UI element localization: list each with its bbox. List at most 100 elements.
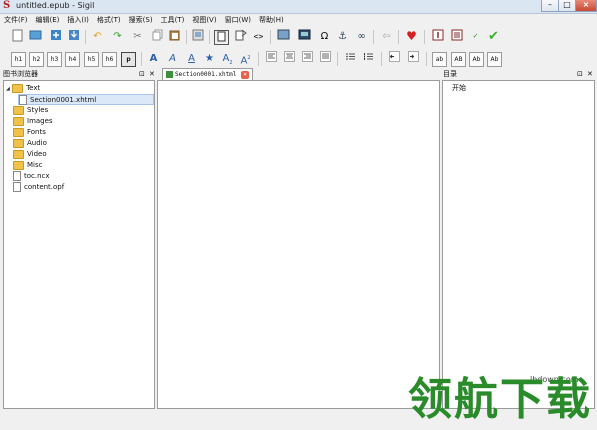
insert-image-icon[interactable] bbox=[276, 29, 291, 44]
tree-folder-video[interactable]: Video bbox=[13, 149, 47, 160]
tree-folder-audio[interactable]: Audio bbox=[13, 138, 47, 149]
book-view-icon[interactable] bbox=[214, 30, 229, 45]
tree-folder-fonts[interactable]: Fonts bbox=[13, 127, 46, 138]
save-icon[interactable] bbox=[66, 29, 81, 44]
toc-panel: 开始 bbox=[442, 80, 595, 409]
superscript-icon[interactable]: A2 bbox=[238, 51, 253, 66]
book-browser-panel: ◢ Text Section0001.xhtml Styles Images F… bbox=[3, 80, 155, 409]
insert-file-icon[interactable] bbox=[297, 29, 312, 44]
toc-header: 目录 ⊡ ✕ bbox=[443, 69, 595, 80]
align-right-icon[interactable] bbox=[300, 51, 315, 66]
heading-3-button[interactable]: h3 bbox=[47, 52, 62, 67]
open-folder-icon[interactable] bbox=[28, 29, 43, 44]
menu-search[interactable]: 搜索(S) bbox=[125, 14, 157, 26]
menu-insert[interactable]: 插入(I) bbox=[63, 14, 93, 26]
file-icon bbox=[13, 171, 21, 181]
special-character-icon[interactable]: Ω bbox=[317, 29, 332, 44]
main-toolbar: ↶ ↷ ✂ <> Ω ⚓ ∞ ⇦ ♥ ✓ ✔ bbox=[0, 26, 597, 48]
book-browser-header: 图书浏览器 ⊡ ✕ bbox=[3, 69, 156, 80]
watermark-text: 领航下载 bbox=[408, 374, 592, 425]
spellcheck-icon[interactable]: ✓ bbox=[468, 29, 483, 44]
heading-6-button[interactable]: h6 bbox=[102, 52, 117, 67]
add-file-icon[interactable] bbox=[48, 29, 63, 44]
anchor-icon[interactable]: ⚓ bbox=[335, 29, 350, 44]
tree-file-content-opf[interactable]: content.opf bbox=[13, 182, 64, 193]
split-view-icon[interactable] bbox=[233, 29, 248, 44]
minimize-button[interactable]: – bbox=[541, 0, 559, 12]
close-panel-icon[interactable]: ✕ bbox=[149, 69, 155, 80]
redo-icon[interactable]: ↷ bbox=[110, 29, 125, 44]
tree-folder-styles[interactable]: Styles bbox=[13, 105, 48, 116]
window-title: untitled.epub - Sigil bbox=[16, 1, 95, 10]
numbered-list-icon[interactable] bbox=[361, 51, 376, 66]
preview-icon[interactable] bbox=[190, 29, 205, 44]
italic-icon[interactable]: A bbox=[165, 51, 180, 66]
toc-entry[interactable]: 开始 bbox=[452, 83, 466, 94]
tree-folder-text[interactable]: ◢ Text bbox=[6, 83, 40, 94]
underline-icon[interactable]: A bbox=[184, 51, 199, 66]
donate-heart-icon[interactable]: ♥ bbox=[404, 29, 419, 44]
cut-icon[interactable]: ✂ bbox=[130, 29, 145, 44]
lowercase-button[interactable]: ab bbox=[432, 52, 447, 67]
menu-file[interactable]: 文件(F) bbox=[0, 14, 32, 26]
xhtml-file-icon bbox=[19, 95, 27, 105]
capitalize-button[interactable]: Ab bbox=[487, 52, 502, 67]
tree-file-toc[interactable]: toc.ncx bbox=[13, 171, 50, 182]
xhtml-tab-icon bbox=[166, 71, 173, 78]
sigil-logo-icon: S bbox=[3, 0, 11, 11]
maximize-button[interactable]: □ bbox=[558, 0, 576, 12]
folder-icon bbox=[13, 149, 24, 159]
strikethrough-icon[interactable]: ★ bbox=[202, 51, 217, 66]
tree-folder-misc[interactable]: Misc bbox=[13, 160, 42, 171]
folder-icon bbox=[13, 127, 24, 137]
menu-tools[interactable]: 工具(T) bbox=[157, 14, 189, 26]
copy-icon[interactable] bbox=[150, 29, 165, 44]
link-icon[interactable]: ∞ bbox=[354, 29, 369, 44]
align-center-icon[interactable] bbox=[282, 51, 297, 66]
tree-folder-images[interactable]: Images bbox=[13, 116, 53, 127]
heading-2-button[interactable]: h2 bbox=[29, 52, 44, 67]
menu-window[interactable]: 窗口(W) bbox=[221, 14, 255, 26]
decrease-indent-icon[interactable] bbox=[387, 51, 402, 66]
tab-close-icon[interactable]: × bbox=[241, 71, 249, 79]
format-toolbar: h1 h2 h3 h4 h5 h6 p A A A ★ A2 A2 ab AB … bbox=[0, 48, 597, 70]
toc-title: 目录 bbox=[443, 70, 457, 78]
menu-view[interactable]: 视图(V) bbox=[188, 14, 220, 26]
metadata-icon[interactable] bbox=[430, 29, 445, 44]
menu-edit[interactable]: 编辑(E) bbox=[32, 14, 64, 26]
validate-check-icon[interactable]: ✔ bbox=[486, 29, 501, 44]
heading-4-button[interactable]: h4 bbox=[65, 52, 80, 67]
code-view-icon[interactable]: <> bbox=[251, 29, 266, 44]
float-panel-icon[interactable]: ⊡ bbox=[577, 69, 583, 80]
tree-file-section0001[interactable]: Section0001.xhtml bbox=[18, 94, 154, 105]
table-of-contents-icon[interactable] bbox=[449, 29, 464, 44]
heading-5-button[interactable]: h5 bbox=[84, 52, 99, 67]
heading-1-button[interactable]: h1 bbox=[11, 52, 26, 67]
float-panel-icon[interactable]: ⊡ bbox=[139, 69, 145, 80]
uppercase-button[interactable]: AB bbox=[451, 52, 466, 67]
close-panel-icon[interactable]: ✕ bbox=[587, 69, 593, 80]
paste-icon[interactable] bbox=[167, 29, 182, 44]
titlecase-button[interactable]: Ab bbox=[469, 52, 484, 67]
file-icon bbox=[13, 182, 21, 192]
subscript-icon[interactable]: A2 bbox=[220, 51, 235, 66]
align-left-icon[interactable] bbox=[264, 51, 279, 66]
book-browser-title: 图书浏览器 bbox=[3, 70, 38, 78]
bold-icon[interactable]: A bbox=[146, 51, 161, 66]
undo-icon[interactable]: ↶ bbox=[90, 29, 105, 44]
bullet-list-icon[interactable] bbox=[343, 51, 358, 66]
back-icon[interactable]: ⇦ bbox=[379, 29, 394, 44]
menu-help[interactable]: 帮助(H) bbox=[255, 14, 288, 26]
paragraph-button[interactable]: p bbox=[121, 52, 136, 67]
close-button[interactable]: × bbox=[575, 0, 597, 12]
increase-indent-icon[interactable] bbox=[406, 51, 421, 66]
align-justify-icon[interactable] bbox=[318, 51, 333, 66]
menu-bar: 文件(F) 编辑(E) 插入(I) 格式(T) 搜索(S) 工具(T) 视图(V) 窗口(W)… bbox=[0, 14, 597, 26]
new-file-icon[interactable] bbox=[10, 29, 25, 44]
menu-format[interactable]: 格式(T) bbox=[93, 14, 125, 26]
editor-area[interactable] bbox=[157, 80, 440, 409]
folder-icon bbox=[12, 83, 24, 93]
tab-label: Section0001.xhtml bbox=[175, 71, 237, 78]
folder-icon bbox=[13, 116, 24, 126]
folder-icon bbox=[13, 160, 24, 170]
